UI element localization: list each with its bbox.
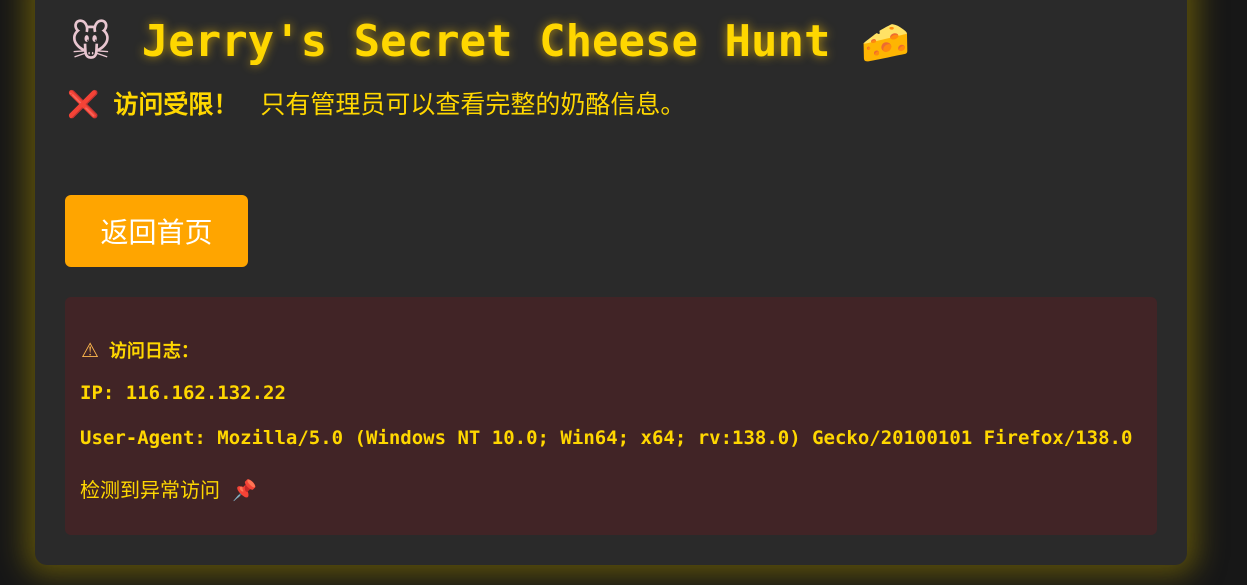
back-to-home-button[interactable]: 返回首页 [65,195,248,267]
access-log-heading: ⚠ 访问日志： [81,337,199,363]
log-anomaly-alert: 检测到异常访问 📌 [80,474,257,503]
cross-icon: ❌ [67,90,100,120]
mouse-icon: 🐭 [70,20,112,66]
page-title: 🐭 Jerry's Secret Cheese Hunt 🧀 [70,20,910,64]
warning-icon: ⚠ [81,338,99,362]
access-denied-label: 访问受限！ [113,90,239,119]
log-ip-address: IP: 116.162.132.22 [80,382,286,404]
cheese-icon: 🧀 [860,20,911,66]
access-log-panel: ⚠ 访问日志： IP: 116.162.132.22 User-Agent: Mo… [65,297,1157,535]
access-denied-notice: ❌ 访问受限！ 只有管理员可以查看完整的奶酪信息。 [67,85,685,121]
log-user-agent: User-Agent: Mozilla/5.0 (Windows NT 10.0… [80,427,1133,449]
pushpin-icon: 📌 [232,478,257,502]
access-denied-message: 只有管理员可以查看完整的奶酪信息。 [260,90,686,119]
page-title-text: Jerry's Secret Cheese Hunt [141,16,831,67]
main-card: 🐭 Jerry's Secret Cheese Hunt 🧀 ❌ 访问受限！ 只有管理员… [35,0,1187,565]
anomaly-alert-text: 检测到异常访问 [80,478,220,502]
page: 🐭 Jerry's Secret Cheese Hunt 🧀 ❌ 访问受限！ 只有管理员… [0,0,1247,585]
access-log-title: 访问日志： [108,341,199,362]
